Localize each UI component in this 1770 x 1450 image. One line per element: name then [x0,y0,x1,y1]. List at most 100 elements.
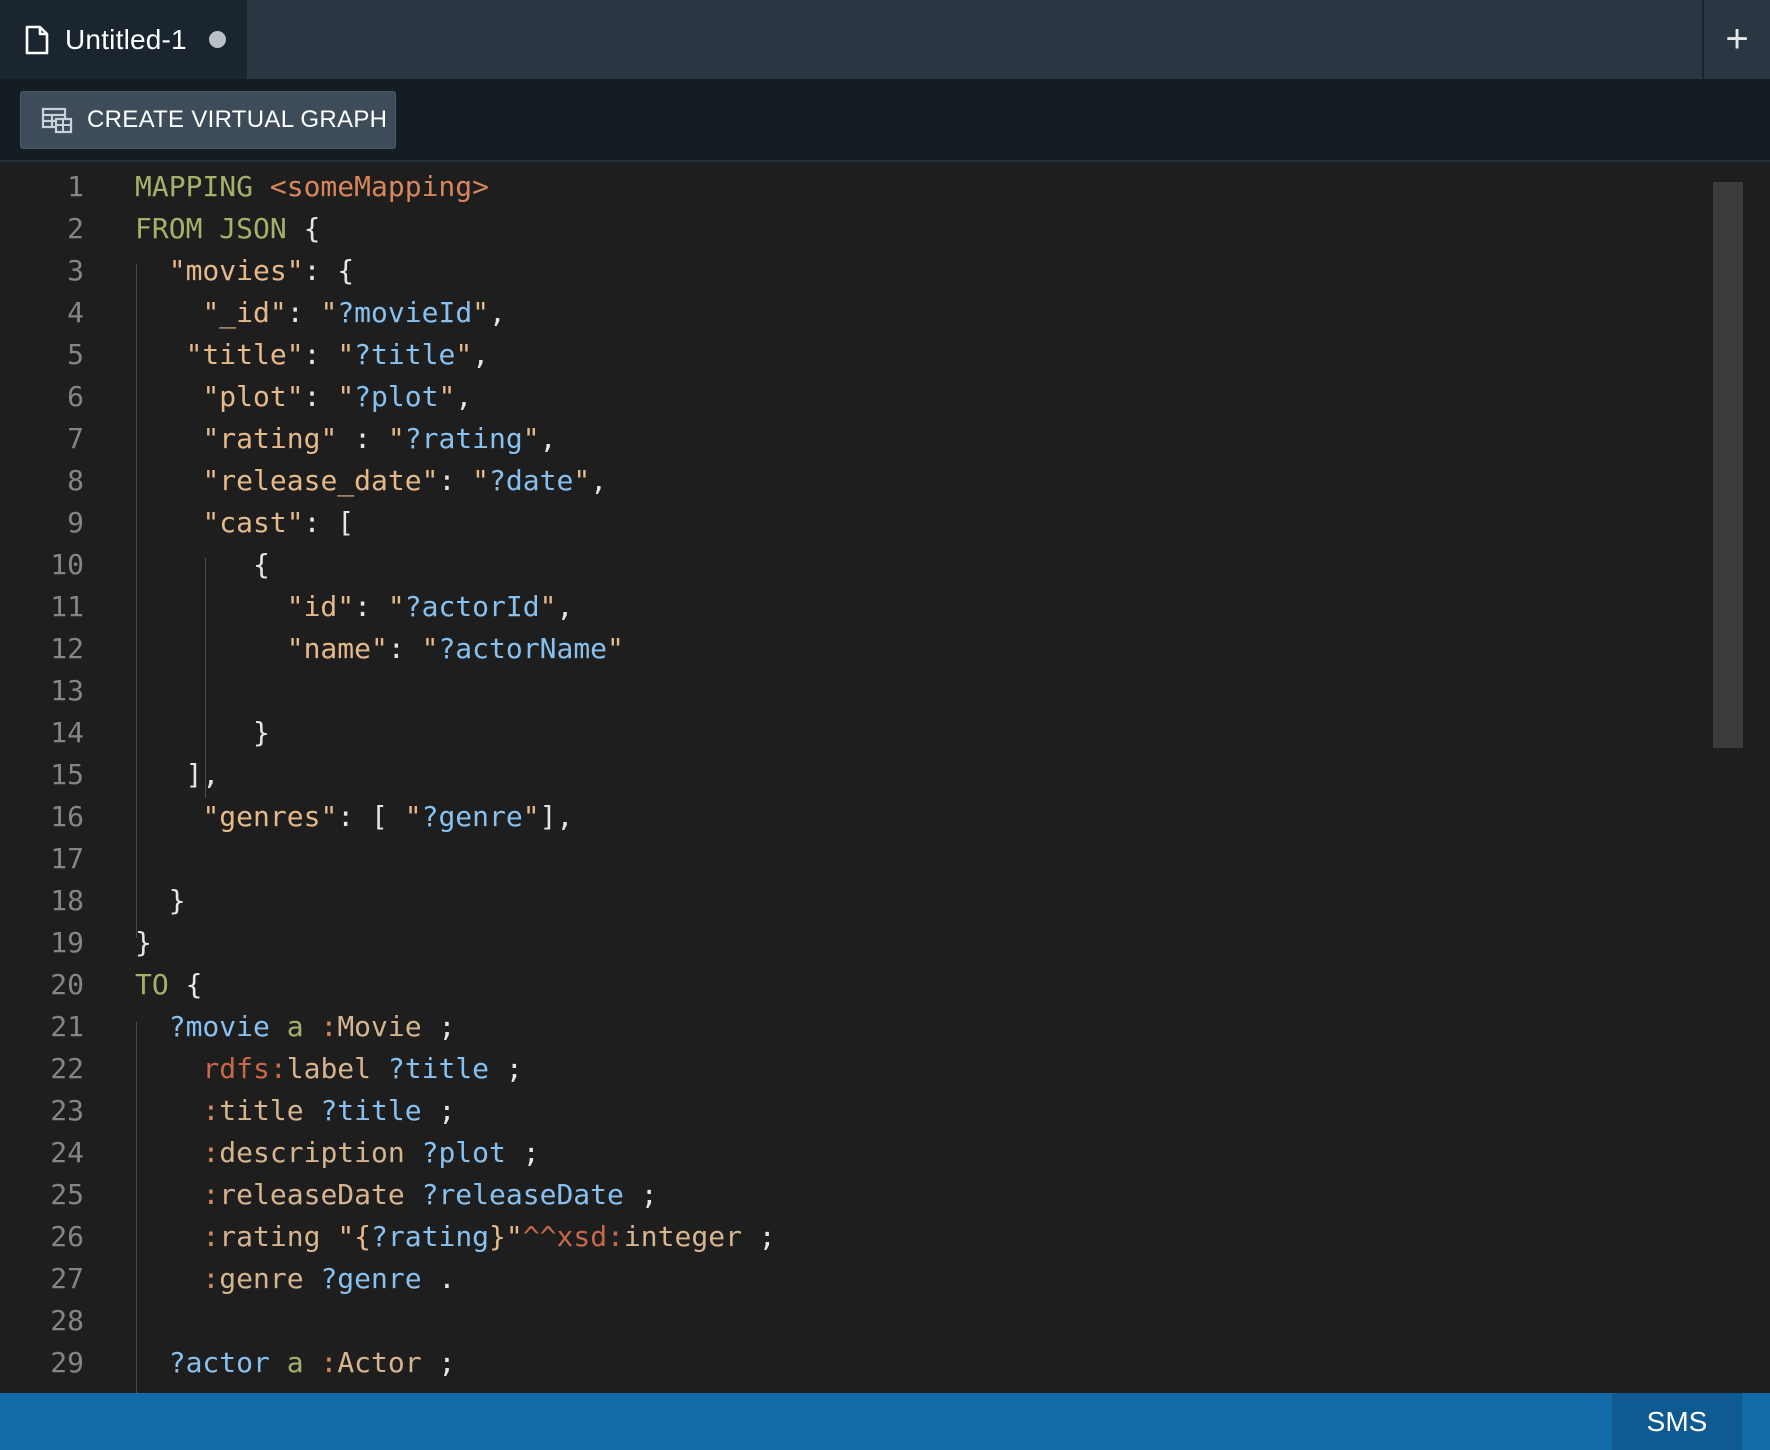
code-token: ?actor [168,1346,270,1379]
code-line[interactable]: 27 :genre ?genre . [0,1258,1700,1300]
code-line[interactable]: 25 :releaseDate ?releaseDate ; [0,1174,1700,1216]
code-line[interactable]: 20 TO { [0,964,1700,1006]
create-virtual-graph-button[interactable]: CREATE VIRTUAL GRAPH [20,91,396,149]
code-line[interactable]: 2 FROM JSON { [0,208,1700,250]
code-line[interactable]: 24 :description ?plot ; [0,1132,1700,1174]
code-line[interactable]: 11 "id": "?actorId", [0,586,1700,628]
code-line[interactable]: 9 "cast": [ [0,502,1700,544]
code-line[interactable]: 23 :title ?title ; [0,1090,1700,1132]
line-number: 18 [50,884,84,917]
line-number: 19 [50,926,84,959]
code-line[interactable]: 14 } [0,712,1700,754]
code-token: <someMapping> [269,170,490,203]
line-number: 21 [50,1010,84,1043]
code-editor[interactable]: 1 MAPPING <someMapping> 2 FROM JSON {3 "mov… [0,162,1770,1393]
code-token: { [135,548,270,581]
tab-bar: Untitled-1 + [0,0,1770,79]
code-token: " [472,464,490,497]
tab-title: Untitled-1 [65,23,187,55]
code-text: "release_date": "?date", [135,460,607,502]
code-token: : [303,380,338,413]
line-number: 17 [50,842,84,875]
line-number: 9 [67,506,84,539]
code-text: "_id": "?movieId", [135,292,505,334]
code-token: ?date [489,464,574,497]
code-token: ?rating [404,422,523,455]
code-token: "movies" [168,254,304,287]
code-token: ?plot [354,380,439,413]
line-number: 4 [67,296,84,329]
code-token: } [135,884,186,917]
code-token: MAPPING [135,170,270,203]
code-line[interactable]: 19} [0,922,1700,964]
code-line[interactable]: 1 MAPPING <someMapping> [0,166,1700,208]
code-text: { [135,544,270,586]
code-text: :genre ?genre . [135,1258,455,1300]
code-token: ; [489,1052,523,1085]
code-token: label [286,1052,372,1085]
code-text: "title": "?title", [135,334,489,376]
code-text: "id": "?actorId", [135,586,574,628]
code-token: "rating" [202,422,338,455]
code-line[interactable]: 22 rdfs:label ?title ; [0,1048,1700,1090]
code-token: " [387,590,405,623]
code-line[interactable]: 15 ], [0,754,1700,796]
code-token: : [202,1262,220,1295]
editor-scrollbar[interactable] [1713,182,1743,748]
code-token: ; [421,1346,456,1379]
line-number: 24 [50,1136,84,1169]
code-token: releaseDate [219,1178,405,1211]
code-line[interactable]: 21 ?movie a :Movie ; [0,1006,1700,1048]
code-line[interactable]: 7 "rating" : "?rating", [0,418,1700,460]
line-number: 27 [50,1262,84,1295]
tab-untitled-1[interactable]: Untitled-1 [0,0,247,79]
language-mode-indicator[interactable]: SMS [1612,1393,1742,1450]
code-token: : [438,464,473,497]
code-token: " [573,464,591,497]
code-line[interactable]: 18 } [0,880,1700,922]
line-number: 12 [50,632,84,665]
code-line[interactable]: 12 "name": "?actorName" [0,628,1700,670]
code-token: : [ [337,800,405,833]
code-token: "_id" [202,296,287,329]
unsaved-indicator-icon[interactable] [208,31,226,48]
line-number: 3 [67,254,84,287]
code-token: ^^xsd: [522,1220,624,1253]
code-line[interactable]: 10 { [0,544,1700,586]
code-line[interactable]: 8 "release_date": "?date", [0,460,1700,502]
code-line[interactable]: 16 "genres": [ "?genre"], [0,796,1700,838]
code-token: FROM JSON [135,212,304,245]
code-line[interactable]: 5 "title": "?title", [0,334,1700,376]
code-token: : [202,1220,220,1253]
code-token: " [472,296,490,329]
code-line[interactable]: 6 "plot": "?plot", [0,376,1700,418]
code-line[interactable]: 13 [0,670,1700,712]
code-token: " [337,380,355,413]
code-token: " [539,590,557,623]
code-token: "id" [286,590,355,623]
code-token: : [354,590,388,623]
code-line[interactable]: 28 [0,1300,1700,1342]
code-token: ?actorId [404,590,540,623]
code-line[interactable]: 29 ?actor a :Actor ; [0,1342,1700,1384]
new-tab-button[interactable]: + [1702,0,1770,79]
code-line[interactable]: 17 [0,838,1700,880]
code-token: title [219,1094,304,1127]
code-token: "{ [337,1220,372,1253]
code-token: description [219,1136,405,1169]
line-number: 6 [67,380,84,413]
code-line[interactable]: 26 :rating "{?rating}"^^xsd:integer ; [0,1216,1700,1258]
code-line[interactable]: 3 "movies": { [0,250,1700,292]
code-line[interactable]: 4 "_id": "?movieId", [0,292,1700,334]
